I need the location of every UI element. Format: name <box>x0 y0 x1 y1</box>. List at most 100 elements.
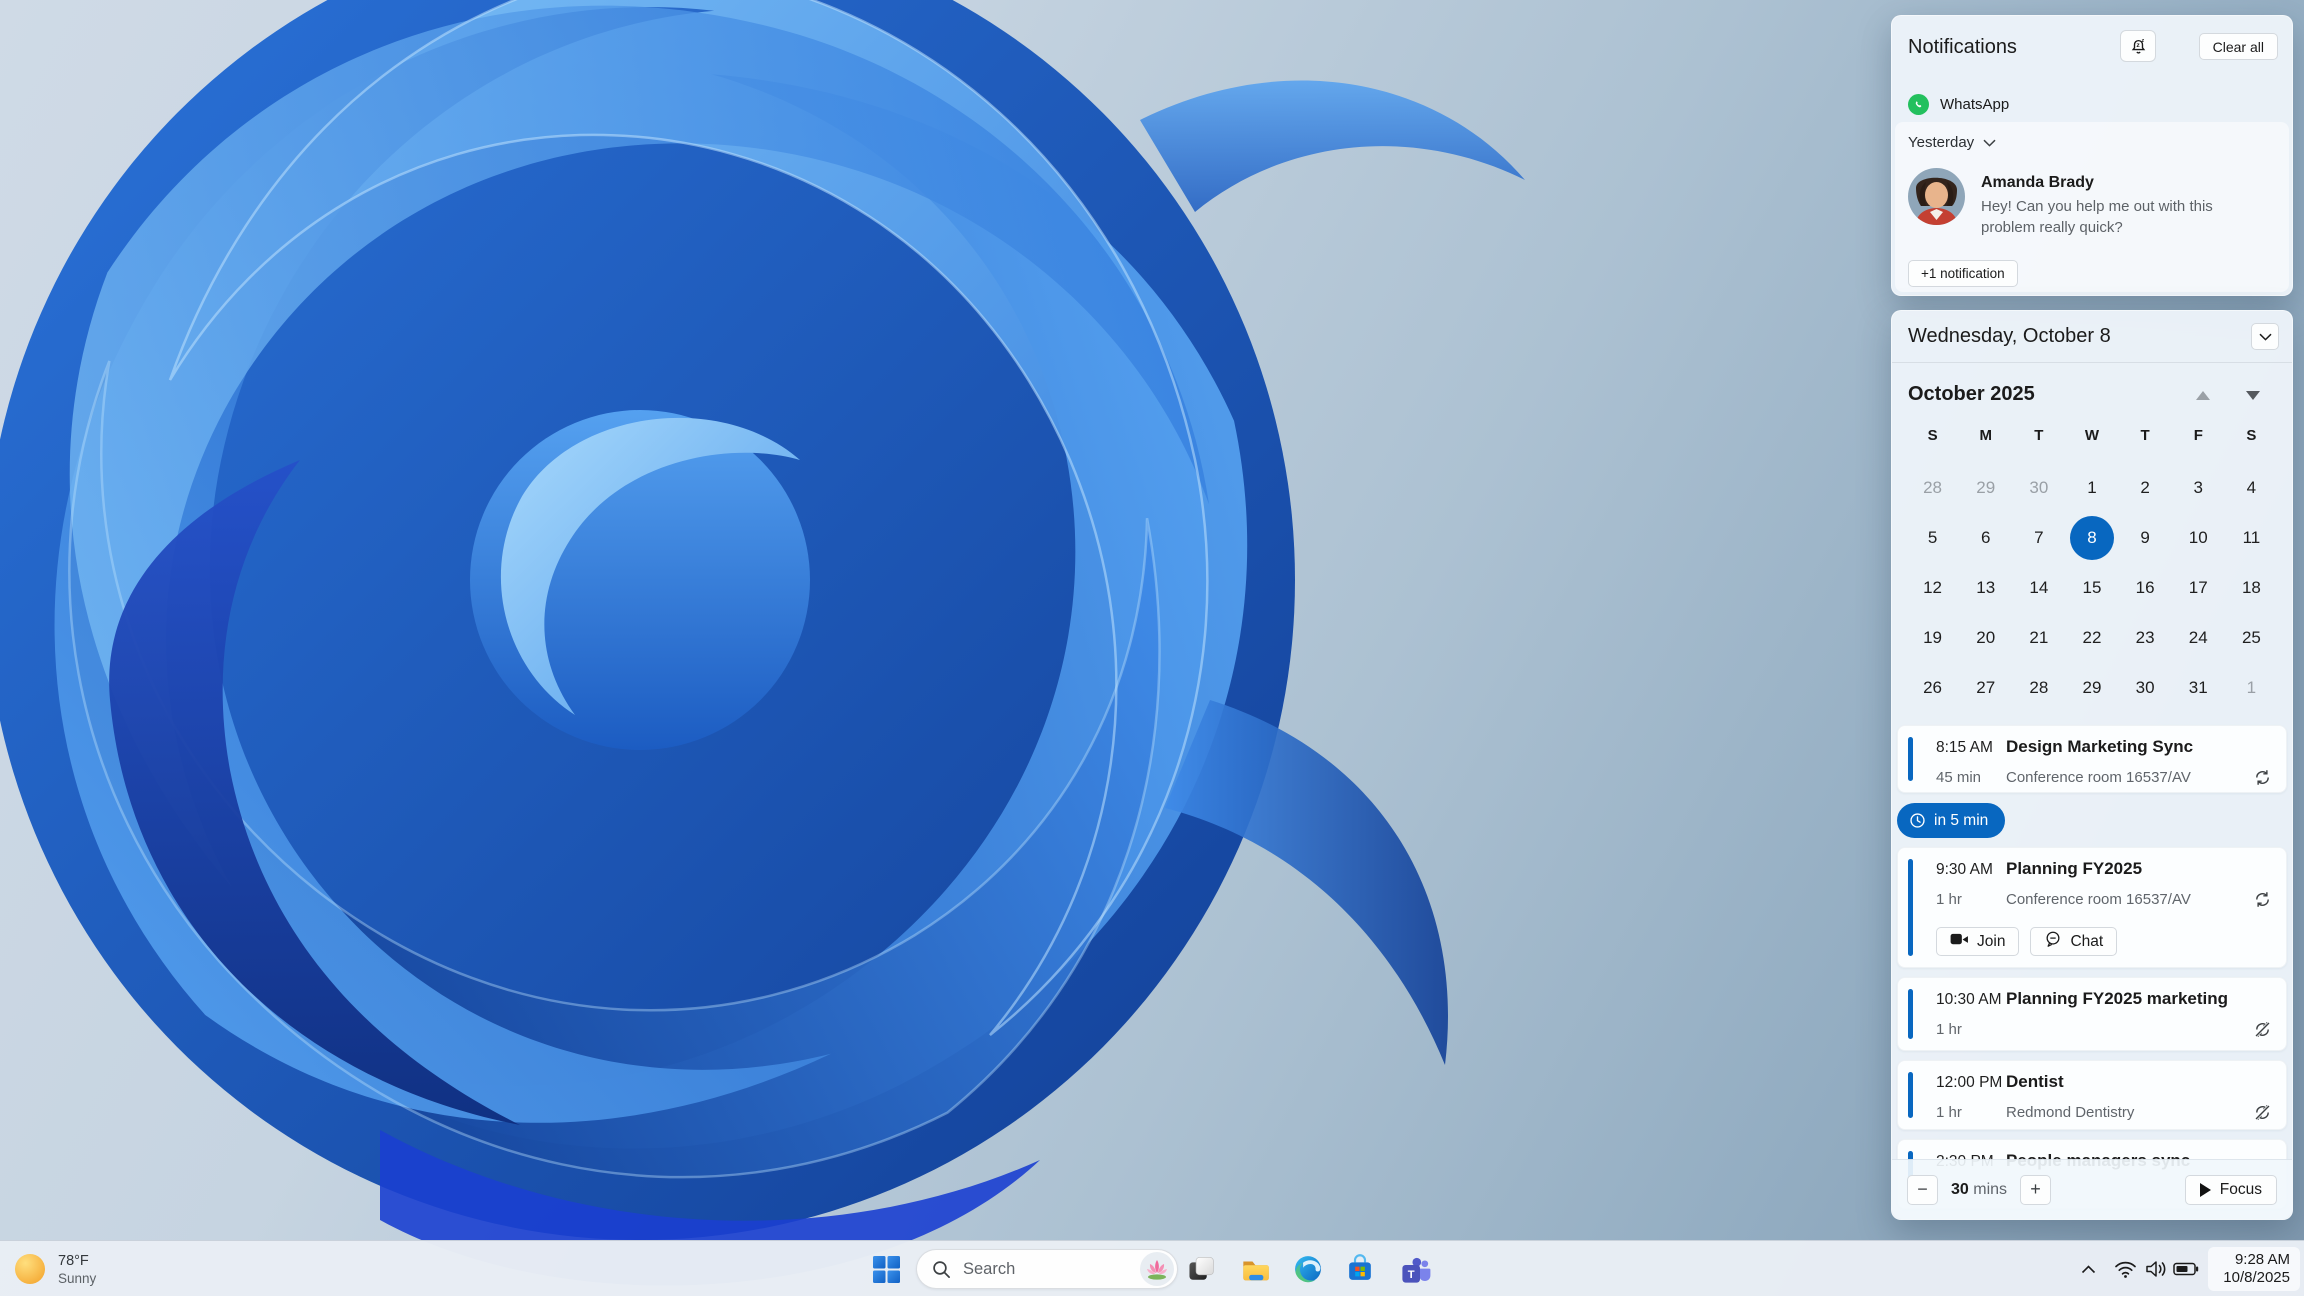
task-view-button[interactable] <box>1181 1249 1221 1289</box>
calendar-day-26[interactable]: 26 <box>1906 663 1959 713</box>
calendar-day-29[interactable]: 29 <box>2065 663 2118 713</box>
event-accent-bar <box>1908 737 1913 781</box>
weather-widget[interactable]: 78°F Sunny <box>14 1244 184 1294</box>
calendar-day-8[interactable]: 8 <box>2065 513 2118 563</box>
event-actions: Join Chat <box>1936 927 2118 956</box>
weekday-header: S <box>1927 427 1938 444</box>
event-join-button[interactable]: Join <box>1936 927 2020 956</box>
notification-group-card: Yesterday Amanda Brady Hey! Can you help… <box>1895 122 2289 292</box>
calendar-day-23[interactable]: 23 <box>2119 613 2172 663</box>
calendar-day-17[interactable]: 17 <box>2172 563 2225 613</box>
focus-button[interactable]: Focus <box>2184 1175 2277 1205</box>
reminder-badge-label: in 5 min <box>1934 811 1989 829</box>
event-location: Conference room 16537/AV <box>2006 769 2191 786</box>
battery-icon <box>2173 1262 2199 1276</box>
calendar-day-9[interactable]: 9 <box>2119 513 2172 563</box>
calendar-day-30[interactable]: 30 <box>2012 463 2065 513</box>
event-card[interactable]: 10:30 AM Planning FY2025 marketing 1 hr <box>1897 977 2287 1051</box>
weekday-header: T <box>2140 427 2150 444</box>
file-explorer-icon <box>1243 1261 1269 1281</box>
event-location: Redmond Dentistry <box>2006 1104 2135 1121</box>
calendar-day-5[interactable]: 5 <box>1906 513 1959 563</box>
notification-snooze-button[interactable]: z z <box>2120 30 2156 62</box>
calendar-day-7[interactable]: 7 <box>2012 513 2065 563</box>
calendar-day-30[interactable]: 30 <box>2119 663 2172 713</box>
increase-duration-button[interactable]: + <box>2020 1174 2052 1205</box>
calendar-day-6[interactable]: 6 <box>1959 513 2012 563</box>
calendar-day-3[interactable]: 3 <box>2172 463 2225 513</box>
task-view-icon <box>1189 1257 1214 1280</box>
calendar-day-20[interactable]: 20 <box>1959 613 2012 663</box>
event-card[interactable]: 9:30 AM Planning FY2025 1 hr Conference roo… <box>1897 847 2287 968</box>
more-notifications-button[interactable]: +1 notification <box>1908 260 2018 287</box>
focus-session-bar: − 30 mins + Focus <box>1892 1159 2292 1219</box>
calendar-prev-month-button[interactable] <box>2196 391 2210 400</box>
calendar-day-14[interactable]: 14 <box>2012 563 2065 613</box>
start-button[interactable] <box>866 1249 906 1289</box>
calendar-day-28[interactable]: 28 <box>1906 463 1959 513</box>
edge-browser-button[interactable] <box>1288 1249 1328 1289</box>
calendar-day-4[interactable]: 4 <box>2225 463 2278 513</box>
weekday-header: F <box>2193 427 2203 444</box>
calendar-day-27[interactable]: 27 <box>1959 663 2012 713</box>
search-highlight-image <box>1140 1252 1174 1286</box>
event-time: 9:30 AM <box>1936 861 1993 878</box>
recurring-off-icon <box>2253 1103 2272 1122</box>
event-title: Design Marketing Sync <box>2006 737 2194 756</box>
teams-button[interactable]: T <box>1396 1249 1436 1289</box>
calendar-month-row: October 2025 <box>1908 375 2276 413</box>
microsoft-store-button[interactable] <box>1340 1249 1380 1289</box>
search-box[interactable]: Search <box>916 1249 1178 1289</box>
event-location: Conference room 16537/AV <box>2006 891 2191 908</box>
calendar-day-18[interactable]: 18 <box>2225 563 2278 613</box>
calendar-day-11[interactable]: 11 <box>2225 513 2278 563</box>
event-duration: 1 hr <box>1936 1104 1962 1121</box>
calendar-day-25[interactable]: 25 <box>2225 613 2278 663</box>
calendar-next-month-button[interactable] <box>2246 391 2260 400</box>
search-placeholder: Search <box>963 1259 1016 1278</box>
chat-icon <box>2044 930 2062 953</box>
calendar-day-2[interactable]: 2 <box>2119 463 2172 513</box>
calendar-collapse-button[interactable] <box>2251 323 2279 350</box>
calendar-day-12[interactable]: 12 <box>1906 563 1959 613</box>
calendar-day-22[interactable]: 22 <box>2065 613 2118 663</box>
notification-time-group[interactable]: Yesterday <box>1908 134 1996 151</box>
decrease-duration-button[interactable]: − <box>1907 1174 1938 1205</box>
event-card[interactable]: 8:15 AM Design Marketing Sync 45 min Confer… <box>1897 725 2287 793</box>
play-icon <box>2199 1183 2211 1197</box>
calendar-day-31[interactable]: 31 <box>2172 663 2225 713</box>
calendar-day-15[interactable]: 15 <box>2065 563 2118 613</box>
desktop: Notifications z z Clear all WhatsApp Yes… <box>0 0 2304 1296</box>
calendar-month-label: October 2025 <box>1908 382 2035 405</box>
svg-text:T: T <box>1408 1269 1415 1281</box>
event-card[interactable]: 12:00 PM Dentist 1 hr Redmond Dentistry <box>1897 1060 2287 1130</box>
notification-sender: Amanda Brady <box>1981 174 2094 191</box>
calendar-day-16[interactable]: 16 <box>2119 563 2172 613</box>
battery-tray-icon[interactable] <box>2173 1258 2199 1280</box>
calendar-day-1[interactable]: 1 <box>2065 463 2118 513</box>
event-accent-bar <box>1908 1072 1913 1118</box>
event-action-label: Join <box>1977 932 2006 950</box>
calendar-day-28[interactable]: 28 <box>2012 663 2065 713</box>
notification-app-group-header[interactable]: WhatsApp <box>1908 94 2009 115</box>
volume-tray-icon[interactable] <box>2144 1258 2168 1280</box>
calendar-date-label: Wednesday, October 8 <box>1908 325 2111 347</box>
calendar-day-10[interactable]: 10 <box>2172 513 2225 563</box>
calendar-day-29[interactable]: 29 <box>1959 463 2012 513</box>
avatar <box>1908 168 1965 225</box>
file-explorer-button[interactable] <box>1235 1249 1275 1289</box>
calendar-day-24[interactable]: 24 <box>2172 613 2225 663</box>
whatsapp-icon <box>1908 94 1929 115</box>
wifi-tray-icon[interactable] <box>2114 1258 2137 1280</box>
calendar-day-19[interactable]: 19 <box>1906 613 1959 663</box>
notifications-header: Notifications z z Clear all <box>1908 30 2278 62</box>
event-title: Dentist <box>2006 1072 2064 1091</box>
clear-all-button[interactable]: Clear all <box>2198 33 2278 60</box>
calendar-day-21[interactable]: 21 <box>2012 613 2065 663</box>
clock-tray[interactable]: 9:28 AM 10/8/2025 <box>2208 1247 2300 1291</box>
tray-show-hidden-icons[interactable] <box>2081 1258 2096 1280</box>
event-time: 8:15 AM <box>1936 739 1993 756</box>
calendar-day-13[interactable]: 13 <box>1959 563 2012 613</box>
calendar-day-1[interactable]: 1 <box>2225 663 2278 713</box>
event-chat-button[interactable]: Chat <box>2030 927 2118 956</box>
